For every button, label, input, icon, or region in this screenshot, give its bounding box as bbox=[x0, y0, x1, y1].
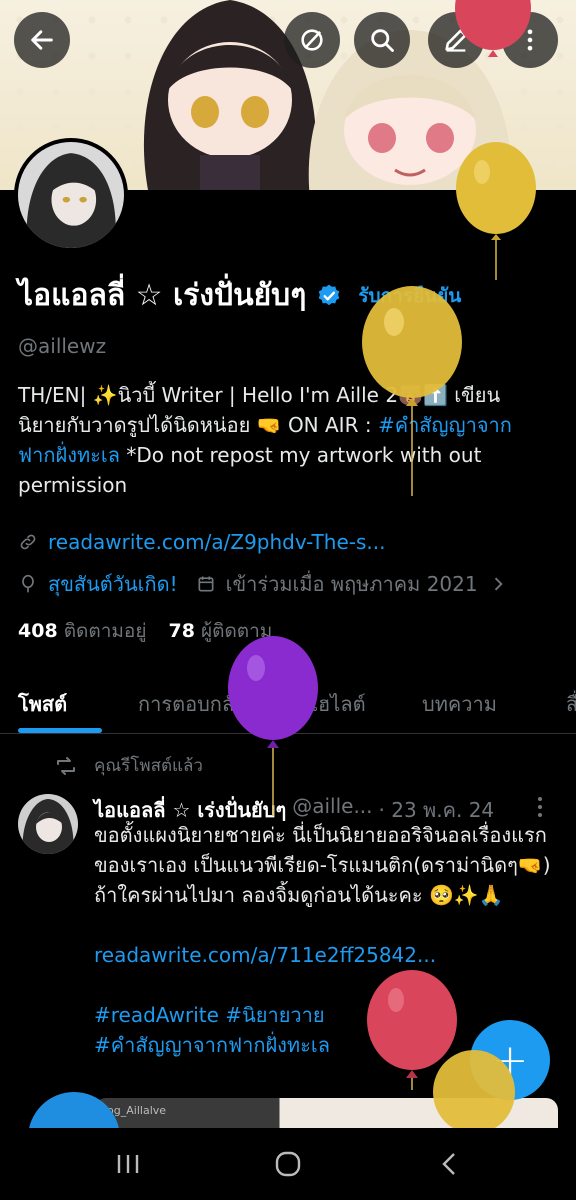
mute-notifications-button[interactable] bbox=[284, 12, 340, 68]
profile-tabs: โพสต์ การตอบกลับ ไฮไลต์ บทความ สื่อ bbox=[0, 672, 576, 734]
get-verified-link[interactable]: รับการยืนยัน bbox=[358, 281, 461, 311]
more-options-button[interactable] bbox=[502, 12, 558, 68]
repost-indicator: คุณรีโพสต์แล้ว bbox=[54, 752, 203, 779]
pencil-icon bbox=[445, 29, 467, 52]
following-count: 408 bbox=[18, 620, 58, 642]
compose-post-button[interactable]: + bbox=[470, 1020, 550, 1100]
recent-apps-icon bbox=[117, 1155, 139, 1173]
tab-media[interactable]: สื่อ bbox=[566, 688, 576, 720]
avatar-image bbox=[18, 142, 124, 248]
tab-highlights[interactable]: ไฮไลต์ bbox=[308, 688, 366, 720]
tab-posts[interactable]: โพสต์ bbox=[18, 688, 67, 720]
home-icon bbox=[275, 1151, 301, 1177]
balloon-icon bbox=[22, 574, 34, 593]
edit-button[interactable] bbox=[428, 12, 484, 68]
following-stat[interactable]: 408 ติดตามอยู่ bbox=[18, 616, 146, 646]
followers-count: 78 bbox=[168, 620, 195, 642]
back-arrow-icon bbox=[31, 30, 53, 50]
post-more-options[interactable] bbox=[536, 796, 544, 823]
post-text-line: ถ้าใครผ่านไปมา ลองจิ้มดูก่อนได้นะคะ 🥺✨🙏 bbox=[94, 883, 504, 907]
repost-label: คุณรีโพสต์แล้ว bbox=[94, 756, 203, 776]
post-text-line: ขอตั้งแผงนิยายชายค่ะ นี่เป็นนิยายออริจิน… bbox=[94, 823, 551, 877]
birthday-link[interactable]: สุขสันต์วันเกิด! bbox=[48, 568, 178, 600]
tab-replies[interactable]: การตอบกลับ bbox=[138, 688, 247, 720]
joined-date: เข้าร่วมเมื่อ พฤษภาคม 2021 bbox=[225, 572, 478, 596]
post-media-preview[interactable]: log_Aillalve bbox=[94, 1098, 558, 1128]
active-tab-indicator bbox=[18, 728, 102, 733]
post-avatar-image bbox=[18, 794, 78, 854]
follow-stats: 408 ติดตามอยู่ 78 ผู้ติดตาม bbox=[18, 616, 272, 646]
followers-label: ผู้ติดตาม bbox=[200, 620, 273, 642]
post-author-avatar[interactable] bbox=[18, 794, 78, 854]
followers-stat[interactable]: 78 ผู้ติดตาม bbox=[168, 616, 272, 646]
profile-name-row: ไอแอลลี่ ☆ เร่งปั่นยับๆ รับการยืนยัน bbox=[18, 272, 461, 319]
back-button[interactable] bbox=[14, 12, 70, 68]
more-vertical-icon bbox=[527, 29, 533, 51]
website-link[interactable]: readawrite.com/a/Z9phdv-The-s... bbox=[48, 530, 385, 554]
back-nav-button[interactable] bbox=[430, 1148, 470, 1180]
search-button[interactable] bbox=[354, 12, 410, 68]
post-link[interactable]: readawrite.com/a/711e2ff25842... bbox=[94, 940, 560, 970]
following-label: ติดตามอยู่ bbox=[63, 620, 147, 642]
search-icon bbox=[371, 29, 394, 52]
back-chevron-icon bbox=[442, 1153, 455, 1175]
system-navigation-bar bbox=[0, 1128, 576, 1200]
website-row: readawrite.com/a/Z9phdv-The-s... bbox=[18, 530, 385, 554]
home-button[interactable] bbox=[268, 1148, 308, 1180]
birthday-joined-row: สุขสันต์วันเกิด! เข้าร่วมเมื่อ พฤษภาคม 2… bbox=[18, 568, 508, 600]
recent-apps-button[interactable] bbox=[108, 1148, 148, 1180]
chevron-right-icon[interactable] bbox=[488, 574, 508, 594]
profile-handle: @aillewz bbox=[18, 334, 107, 358]
link-icon bbox=[20, 534, 36, 550]
media-caption: log_Aillalve bbox=[104, 1104, 167, 1117]
profile-bio: TH/EN| ✨นิวบี้ Writer | Hello I'm Aille … bbox=[18, 380, 548, 500]
tab-articles[interactable]: บทความ bbox=[422, 688, 497, 720]
profile-name: ไอแอลลี่ ☆ เร่งปั่นยับๆ bbox=[18, 278, 307, 313]
more-vertical-icon bbox=[538, 797, 542, 817]
profile-avatar[interactable] bbox=[14, 138, 128, 252]
slashed-circle-icon bbox=[301, 29, 323, 51]
verified-badge-icon bbox=[319, 284, 340, 305]
plus-icon: + bbox=[491, 1034, 529, 1086]
calendar-icon bbox=[198, 576, 214, 592]
repost-icon bbox=[57, 756, 75, 775]
